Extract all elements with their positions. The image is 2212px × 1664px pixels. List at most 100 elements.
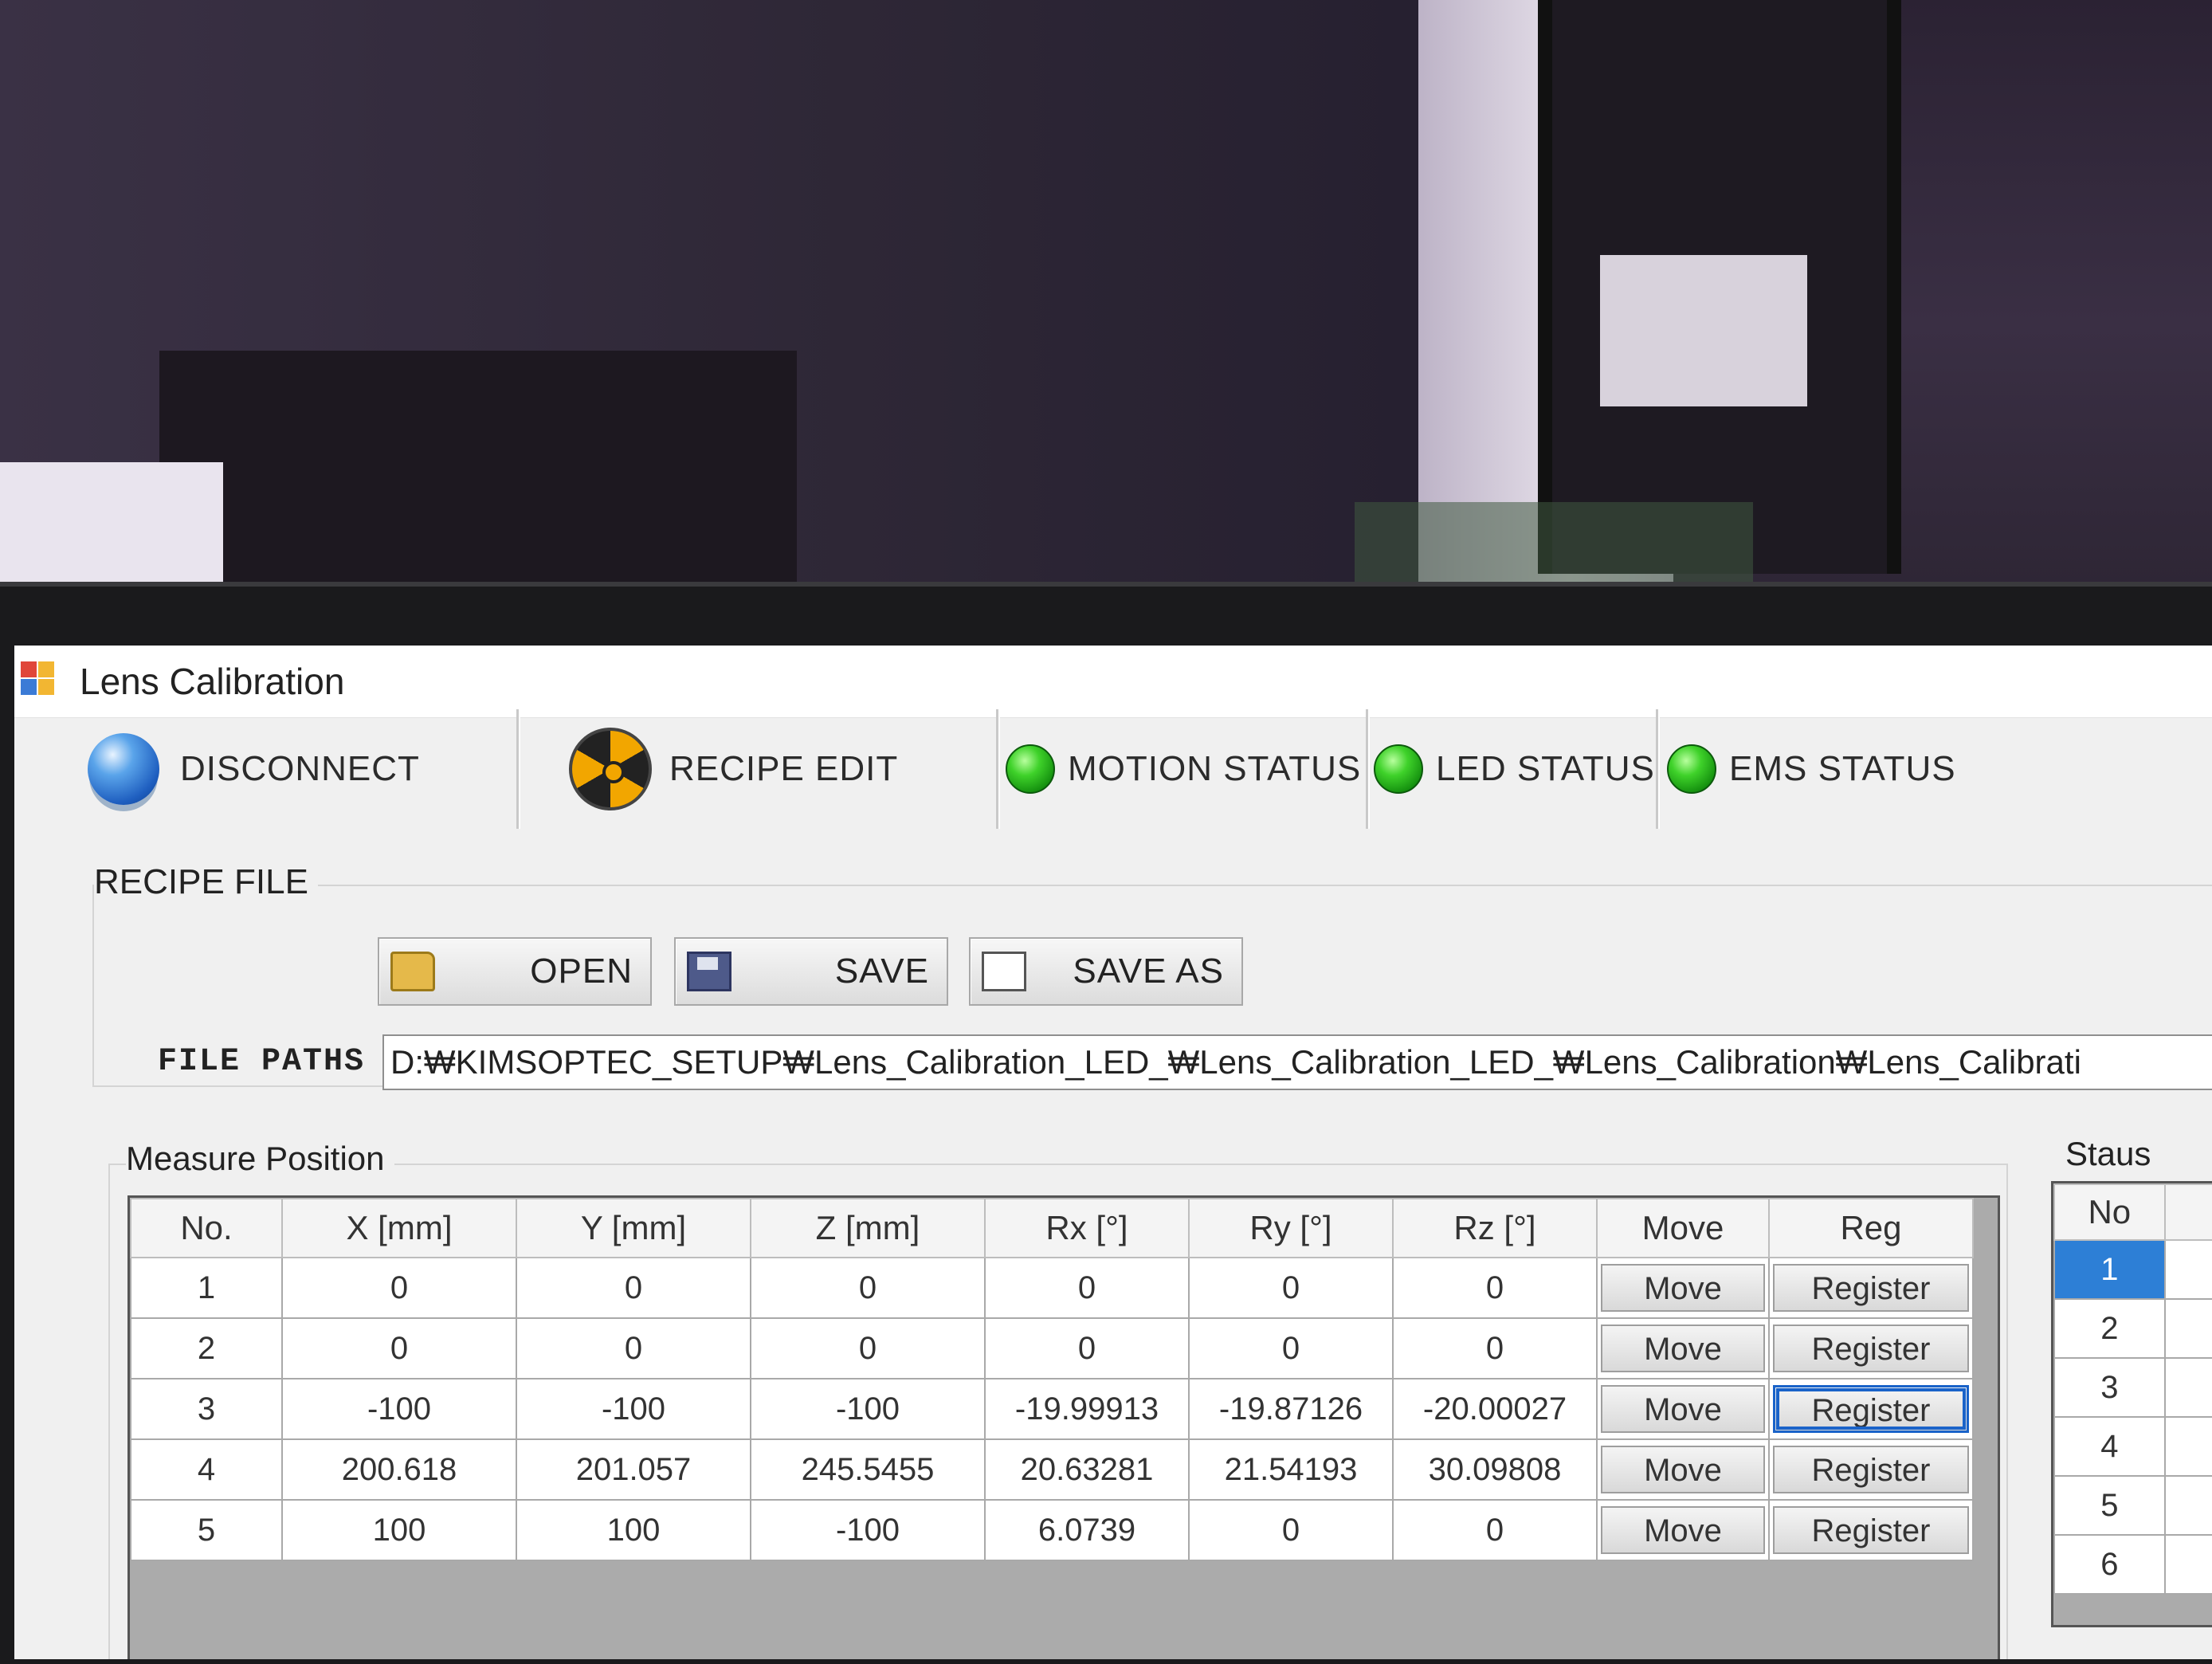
cell-y[interactable]: 0	[516, 1257, 751, 1319]
disconnect-button[interactable]: DISCONNECT	[88, 725, 420, 813]
column-header[interactable]: Y [mm]	[516, 1198, 751, 1258]
cell-rz[interactable]: 30.09808	[1392, 1438, 1598, 1501]
cell-no[interactable]: 2	[130, 1317, 283, 1379]
cell-ry[interactable]: 21.54193	[1188, 1438, 1394, 1501]
cell-x[interactable]: 100	[281, 1499, 517, 1561]
led-status-label: LED STATUS	[1436, 749, 1655, 788]
measure-position-grid: No. X [mm] Y [mm] Z [mm] Rx [°] Ry [°] R…	[127, 1195, 2000, 1659]
status-cell[interactable]: 3	[2053, 1357, 2166, 1418]
column-header[interactable]: Ry [°]	[1188, 1198, 1394, 1258]
move-button[interactable]: Move	[1601, 1506, 1765, 1554]
column-header[interactable]: X [mm]	[281, 1198, 517, 1258]
column-header[interactable]: Move	[1596, 1198, 1770, 1258]
cell-z[interactable]: -100	[750, 1499, 986, 1561]
cell-ry[interactable]: -19.87126	[1188, 1378, 1394, 1440]
cell-ry[interactable]: 0	[1188, 1317, 1394, 1379]
status-row: 2	[2053, 1298, 2212, 1359]
cell-rx[interactable]: -19.99913	[984, 1378, 1190, 1440]
cell-y[interactable]: 100	[516, 1499, 751, 1561]
cell-no[interactable]: 5	[130, 1499, 283, 1561]
measure-position-label: Measure Position	[126, 1140, 394, 1178]
cell-no[interactable]: 3	[130, 1378, 283, 1440]
app-window: Lens Calibration DISCONNECT RECIPE EDIT …	[14, 646, 2212, 1659]
cell-rz[interactable]: 0	[1392, 1317, 1598, 1379]
cell-y[interactable]: 201.057	[516, 1438, 751, 1501]
title-bar: Lens Calibration	[14, 646, 2212, 718]
register-cell: Register	[1768, 1438, 1974, 1501]
cell-x[interactable]: -100	[281, 1378, 517, 1440]
register-cell: Register	[1768, 1499, 1974, 1561]
cell-rz[interactable]: 0	[1392, 1257, 1598, 1319]
ems-status-label: EMS STATUS	[1729, 749, 1956, 788]
cell-rx[interactable]: 20.63281	[984, 1438, 1190, 1501]
move-button[interactable]: Move	[1601, 1446, 1765, 1493]
save-button[interactable]: SAVE	[674, 937, 948, 1006]
recipe-file-label: RECIPE FILE	[94, 862, 318, 902]
cell-rz[interactable]: -20.00027	[1392, 1378, 1598, 1440]
folder-icon	[390, 952, 435, 991]
cell-ry[interactable]: 0	[1188, 1499, 1394, 1561]
cell-x[interactable]: 0	[281, 1257, 517, 1319]
toolbar-separator	[516, 709, 520, 829]
cell-z[interactable]: -100	[750, 1378, 986, 1440]
status-row: 6	[2053, 1534, 2212, 1595]
copy-icon	[982, 952, 1026, 991]
toolbar-separator	[1656, 709, 1660, 829]
status-cell[interactable]: 5	[2053, 1475, 2166, 1536]
status-header-row: No	[2053, 1183, 2212, 1241]
cell-x[interactable]: 200.618	[281, 1438, 517, 1501]
file-path-field[interactable]: D:₩KIMSOPTEC_SETUP₩Lens_Calibration_LED_…	[382, 1034, 2212, 1090]
open-button[interactable]: OPEN	[378, 937, 652, 1006]
cell-y[interactable]: 0	[516, 1317, 751, 1379]
app-icon	[21, 661, 56, 697]
cell-rx[interactable]: 0	[984, 1257, 1190, 1319]
status-panel-label: Staus	[2065, 1135, 2151, 1172]
column-header[interactable]: Rz [°]	[1392, 1198, 1598, 1258]
table-header-row: No. X [mm] Y [mm] Z [mm] Rx [°] Ry [°] R…	[130, 1198, 1974, 1258]
table-row: 2 0 0 0 0 0 0 Move Register	[130, 1317, 1974, 1379]
window-title: Lens Calibration	[80, 661, 345, 702]
cell-z[interactable]: 0	[750, 1257, 986, 1319]
toolbar-separator	[996, 709, 1000, 829]
cell-z[interactable]: 0	[750, 1317, 986, 1379]
cell-no[interactable]: 4	[130, 1438, 283, 1501]
status-table: No 1 2 3 4 5 6	[2053, 1183, 2212, 1595]
move-button[interactable]: Move	[1601, 1264, 1765, 1312]
toolbar-separator	[1366, 709, 1370, 829]
register-button[interactable]: Register	[1773, 1264, 1969, 1312]
measure-position-table: No. X [mm] Y [mm] Z [mm] Rx [°] Ry [°] R…	[130, 1198, 1974, 1561]
register-button[interactable]: Register	[1773, 1325, 1969, 1372]
save-as-button[interactable]: SAVE AS	[969, 937, 1243, 1006]
move-button[interactable]: Move	[1601, 1385, 1765, 1433]
status-led-icon	[1374, 744, 1423, 794]
status-cell-selected[interactable]: 1	[2053, 1239, 2166, 1300]
register-button[interactable]: Register	[1773, 1506, 1969, 1554]
cell-z[interactable]: 245.5455	[750, 1438, 986, 1501]
cell-y[interactable]: -100	[516, 1378, 751, 1440]
register-button-focused[interactable]: Register	[1773, 1385, 1969, 1433]
table-row: 3 -100 -100 -100 -19.99913 -19.87126 -20…	[130, 1378, 1974, 1440]
register-cell: Register	[1768, 1257, 1974, 1319]
register-button[interactable]: Register	[1773, 1446, 1969, 1493]
cell-no[interactable]: 1	[130, 1257, 283, 1319]
motion-status-label: MOTION STATUS	[1068, 749, 1362, 788]
status-cell[interactable]: 2	[2053, 1298, 2166, 1359]
cell-ry[interactable]: 0	[1188, 1257, 1394, 1319]
status-row: 3	[2053, 1357, 2212, 1418]
move-button[interactable]: Move	[1601, 1325, 1765, 1372]
column-header[interactable]: No.	[130, 1198, 283, 1258]
status-cell[interactable]: 4	[2053, 1416, 2166, 1477]
cell-rx[interactable]: 6.0739	[984, 1499, 1190, 1561]
recipe-edit-button[interactable]: RECIPE EDIT	[569, 725, 898, 813]
cell-x[interactable]: 0	[281, 1317, 517, 1379]
column-header[interactable]: No	[2053, 1183, 2166, 1241]
move-cell: Move	[1596, 1317, 1770, 1379]
cell-rz[interactable]: 0	[1392, 1499, 1598, 1561]
status-cell[interactable]: 6	[2053, 1534, 2166, 1595]
column-header[interactable]: Rx [°]	[984, 1198, 1190, 1258]
column-header[interactable]: Z [mm]	[750, 1198, 986, 1258]
cell-rx[interactable]: 0	[984, 1317, 1190, 1379]
ems-status-indicator: EMS STATUS	[1667, 725, 1956, 813]
radiation-icon	[569, 728, 652, 810]
column-header[interactable]: Reg	[1768, 1198, 1974, 1258]
